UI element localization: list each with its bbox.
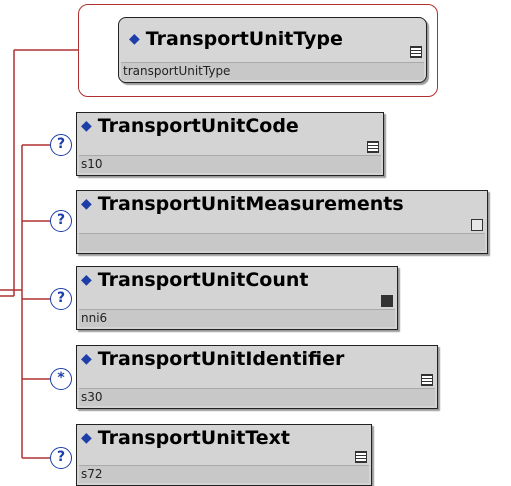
repeating-occurrence-icon: * [50,368,72,390]
dark-type-icon [381,295,393,307]
diamond-icon: ◆ [81,196,92,212]
element-transportunittype[interactable]: ◆ TransportUnitType transportUnitType [118,17,427,83]
optional-occurrence-icon: ? [50,288,72,310]
element-transportunitcode[interactable]: ◆ TransportUnitCode s10 [76,112,384,176]
element-name: ◆ TransportUnitMeasurements [81,193,404,215]
diamond-icon: ◆ [81,430,92,446]
element-type: s10 [79,155,381,173]
element-name: ◆ TransportUnitCount [81,269,309,291]
element-type: nni6 [79,309,395,327]
schema-diagram: ◆ TransportUnitType transportUnitType ? ◆… [0,0,511,486]
list-lines-icon [367,141,379,153]
element-transportunitcount[interactable]: ◆ TransportUnitCount nni6 [76,266,398,330]
list-lines-icon [355,451,367,463]
element-type: transportUnitType [121,62,424,80]
element-type [79,233,485,251]
element-transportunitmeasurements[interactable]: ◆ TransportUnitMeasurements [76,190,488,254]
element-type: s72 [79,465,369,483]
element-name: ◆ TransportUnitCode [81,115,299,137]
list-lines-icon [421,374,433,386]
diamond-icon: ◆ [81,272,92,288]
element-name: ◆ TransportUnitType [129,28,343,50]
element-name: ◆ TransportUnitIdentifier [81,348,345,370]
optional-occurrence-icon: ? [50,134,72,156]
element-type: s30 [79,388,435,406]
element-name: ◆ TransportUnitText [81,427,290,449]
diamond-icon: ◆ [81,351,92,367]
diamond-icon: ◆ [129,31,140,47]
list-lines-icon [410,46,422,58]
element-transportunittext[interactable]: ◆ TransportUnitText s72 [76,424,372,486]
complex-type-icon [471,219,483,231]
optional-occurrence-icon: ? [50,210,72,232]
optional-occurrence-icon: ? [50,447,72,469]
diamond-icon: ◆ [81,118,92,134]
element-transportunitidentifier[interactable]: ◆ TransportUnitIdentifier s30 [76,345,438,409]
